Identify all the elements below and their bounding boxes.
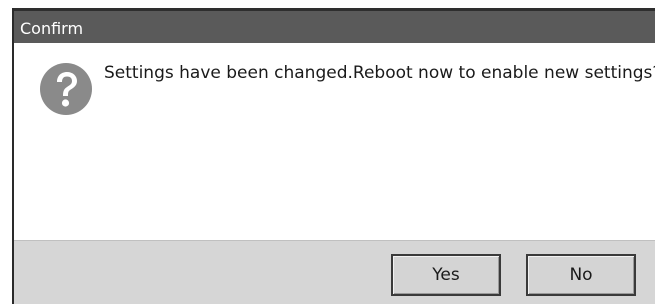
dialog-message: Settings have been changed.Reboot now to…	[104, 63, 655, 83]
dialog-titlebar[interactable]: Confirm	[14, 8, 655, 43]
dialog-content: Settings have been changed.Reboot now to…	[14, 43, 655, 240]
question-icon	[40, 63, 92, 115]
screen: Confirm Settings have been changed.Reboo…	[0, 0, 655, 304]
background-edge	[0, 0, 12, 304]
yes-button[interactable]: Yes	[391, 254, 501, 296]
dialog-title: Confirm	[20, 19, 84, 38]
confirm-dialog: Confirm Settings have been changed.Reboo…	[12, 8, 655, 304]
no-button[interactable]: No	[526, 254, 636, 296]
dialog-button-bar: Yes No	[14, 240, 655, 304]
